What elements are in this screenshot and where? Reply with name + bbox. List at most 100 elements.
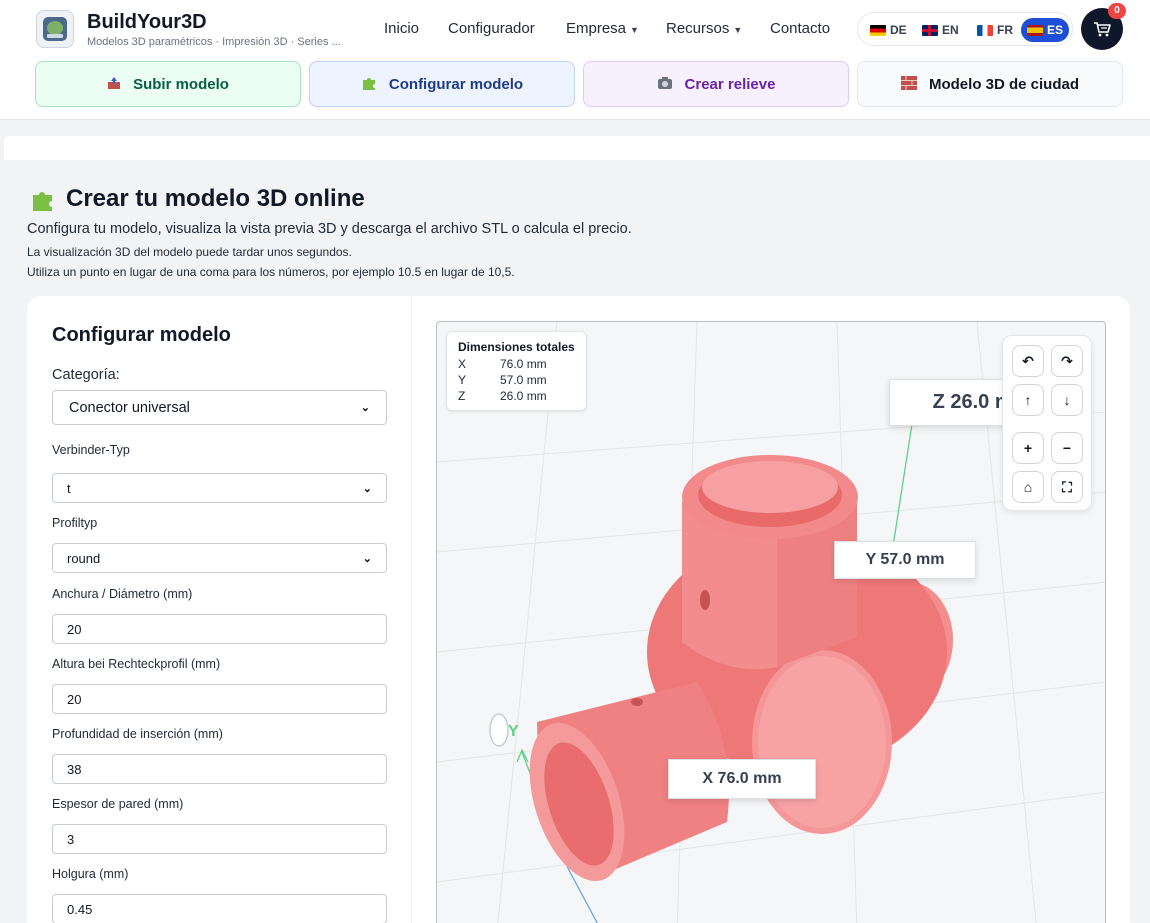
nav-label: Empresa [566,20,627,37]
arrow-down-icon: ↓ [1063,392,1071,408]
x-label-text: X 76.0 mm [702,770,782,787]
lang-de[interactable]: DE [864,18,913,42]
panel-divider [411,296,412,923]
select-value: round [67,550,101,566]
y-dimension-label: Y 57.0 mm [834,541,976,579]
rotate-right-icon: ↷ [1061,352,1073,369]
upload-model-button[interactable]: Subir modelo [35,61,301,107]
profile-type-select[interactable]: round ⌄ [52,543,387,573]
button-label: Crear relieve [684,75,776,93]
logo[interactable] [36,10,74,48]
clearance-input[interactable] [52,894,387,923]
upload-box-icon [107,76,121,93]
connector-model[interactable] [512,455,953,893]
axis-value: 76.0 mm [500,357,547,371]
view-controls: ↶ ↷ ↑ ↓ + − ⌂ ⛶ [1002,335,1092,511]
connector-type-label: Verbinder-Typ [52,443,130,457]
caret-down-icon: ▼ [630,25,639,35]
nav-label: Configurador [448,20,535,37]
tilt-up-button[interactable]: ↑ [1012,384,1044,416]
nav-configurador[interactable]: Configurador [448,20,535,37]
camera-icon [657,76,673,93]
flag-fr-icon [977,24,993,36]
lang-code: EN [942,23,959,37]
nav-label: Recursos [666,20,730,37]
nav-label: Contacto [770,20,831,37]
category-select[interactable]: Conector universal ⌄ [52,390,387,425]
flag-uk-icon [922,24,938,36]
lang-code: ES [1047,23,1064,37]
site-header: BuildYour3D Modelos 3D paramétricos · Im… [0,0,1150,120]
language-switcher: DE EN FR ES [857,12,1073,46]
fullscreen-button[interactable]: ⛶ [1051,471,1083,503]
dimensions-panel: Dimensiones totales X 76.0 mm Y 57.0 mm Z 2… [446,331,587,411]
nav-recursos[interactable]: Recursos ▼ [666,20,742,37]
brand-subtitle: Modelos 3D paramétricos · Impresión 3D ·… [87,36,341,48]
arrow-up-icon: ↑ [1024,392,1032,408]
y-label-text: Y 57.0 mm [865,551,945,568]
dimension-row-z: Z 26.0 mm [458,389,547,403]
nav-contacto[interactable]: Contacto [770,20,830,37]
chevron-down-icon: ⌄ [362,482,372,495]
wall-thickness-input[interactable] [52,824,387,854]
width-label: Anchura / Diámetro (mm) [52,587,193,601]
form-title: Configurar modelo [52,324,231,346]
button-label: Subir modelo [133,75,229,93]
height-label: Altura bei Rechteckprofil (mm) [52,657,221,671]
select-value: t [67,480,71,496]
rotate-left-button[interactable]: ↶ [1012,345,1044,377]
nav-inicio[interactable]: Inicio [384,20,419,37]
tilt-down-button[interactable]: ↓ [1051,384,1083,416]
select-value: Conector universal [69,399,190,416]
button-label: Configurar modelo [388,75,524,93]
dimension-row-y: Y 57.0 mm [458,373,547,387]
flag-es-icon [1027,24,1043,36]
profile-type-label: Profiltyp [52,516,98,530]
rotate-left-icon: ↶ [1022,352,1034,369]
rotate-right-button[interactable]: ↷ [1051,345,1083,377]
cart-count-badge: 0 [1108,3,1126,19]
configure-model-button[interactable]: Configurar modelo [309,61,575,107]
axis-y-marker [489,713,509,747]
page-title: Crear tu modelo 3D online [66,185,365,212]
width-input[interactable] [52,614,387,644]
logo-icon [43,17,67,41]
axis-y-text: Y [508,723,519,740]
caret-down-icon: ▼ [733,25,743,35]
brand-title[interactable]: BuildYour3D [87,11,207,34]
connector-type-select[interactable]: t ⌄ [52,473,387,503]
clearance-label: Holgura (mm) [52,867,129,881]
height-input[interactable] [52,684,387,714]
lang-code: FR [997,23,1013,37]
nav-empresa[interactable]: Empresa ▼ [566,20,639,37]
axis-value: 26.0 mm [500,389,547,403]
fullscreen-icon: ⛶ [1062,478,1072,495]
city-model-button[interactable]: Modelo 3D de ciudad [857,61,1123,107]
create-relief-button[interactable]: Crear relieve [583,61,849,107]
insertion-depth-label: Profundidad de inserción (mm) [52,727,223,741]
axis-name: Y [458,373,467,387]
lang-en[interactable]: EN [916,18,965,42]
content-top-strip [4,136,1150,160]
chevron-down-icon: ⌄ [360,402,370,414]
insertion-depth-input[interactable] [52,754,387,784]
plus-icon: + [1023,440,1033,456]
minus-icon: − [1062,440,1072,456]
flag-de-icon [870,24,886,36]
zoom-in-button[interactable]: + [1012,432,1044,464]
category-label: Categoría: [52,367,120,383]
zoom-out-button[interactable]: − [1051,432,1083,464]
decimal-note: Utiliza un punto en lugar de una coma pa… [27,265,515,279]
lang-code: DE [890,23,907,37]
wall-thickness-label: Espesor de pared (mm) [52,797,184,811]
axis-name: Z [458,389,466,403]
loading-note: La visualización 3D del modelo puede tar… [27,245,352,259]
puzzle-icon [33,192,52,211]
puzzle-icon [361,75,377,94]
nav-label: Inicio [384,20,420,37]
axis-name: X [458,357,467,371]
chevron-down-icon: ⌄ [362,552,372,565]
lang-fr[interactable]: FR [971,18,1019,42]
reset-view-button[interactable]: ⌂ [1012,471,1044,503]
lang-es[interactable]: ES [1021,18,1070,42]
